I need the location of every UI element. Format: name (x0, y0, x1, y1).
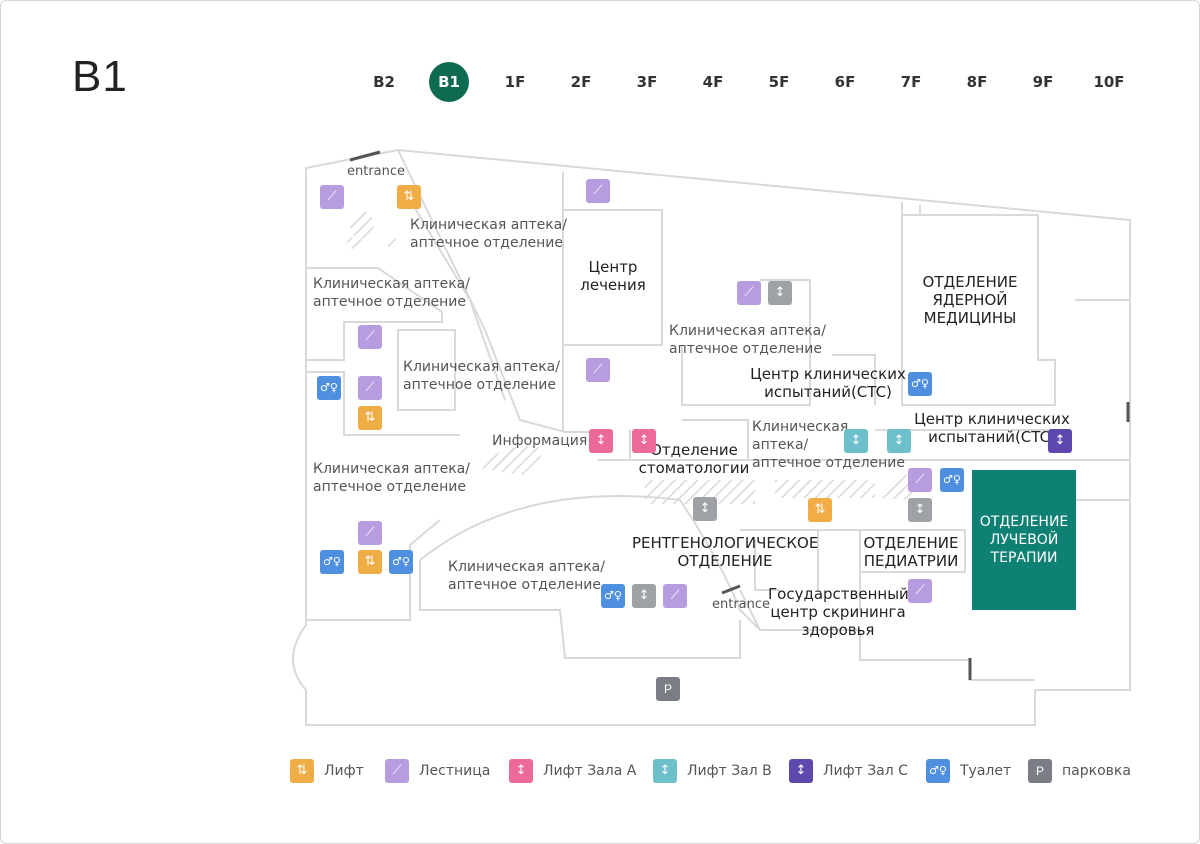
parking-icon[interactable]: P (656, 677, 680, 701)
pharmacy-label-7: Клиническая аптека/аптечное отделение (752, 419, 905, 471)
lift-icon[interactable]: ↕ (632, 584, 656, 608)
toilet-icon[interactable]: ♂♀ (908, 372, 932, 396)
lift-icon[interactable]: ↕ (768, 281, 792, 305)
lift-a-icon: ↕ (509, 759, 533, 783)
stairs-icon[interactable]: ⟋ (586, 179, 610, 203)
lift-a-icon[interactable]: ↕ (589, 429, 613, 453)
lift-icon[interactable]: ↕ (908, 498, 932, 522)
stairs-icon[interactable]: ⟋ (586, 358, 610, 382)
stairs-icon[interactable]: ⟋ (358, 325, 382, 349)
radiation-therapy-room[interactable]: ОТДЕЛЕНИЕ ЛУЧЕВОЙ ТЕРАПИИ (972, 470, 1076, 610)
legend-item-parking: P парковка (1028, 758, 1131, 784)
pharmacy-label-6: Клиническая аптека/аптечное отделение (669, 323, 826, 357)
elevator-icon[interactable]: ⇅ (358, 550, 382, 574)
map-legend: ⇅ Лифт ⟋ Лестница ↕ Лифт Зала A ↕ Лифт З… (290, 758, 1150, 784)
toilet-icon[interactable]: ♂♀ (389, 550, 413, 574)
treatment-center-label: Центр лечения (580, 258, 646, 294)
legend-item-stairs: ⟋ Лестница (385, 758, 490, 784)
pediatrics-label: ОТДЕЛЕНИЕ ПЕДИАТРИИ (863, 534, 959, 570)
legend-item-lift-c: ↕ Лифт Зал C (789, 758, 908, 784)
toilet-icon[interactable]: ♂♀ (320, 550, 344, 574)
parking-icon: P (1028, 759, 1052, 783)
radiology-label: РЕНТГЕНОЛОГИЧЕСКОЕ ОТДЕЛЕНИЕ (632, 534, 819, 570)
stairs-icon: ⟋ (385, 759, 409, 783)
ctc-label-2: Центр клинических испытаний(CTC) (914, 410, 1070, 446)
legend-item-toilet: ♂♀ Туалет (926, 758, 1011, 784)
toilet-icon[interactable]: ♂♀ (317, 376, 341, 400)
toilet-icon: ♂♀ (926, 759, 950, 783)
stairs-icon[interactable]: ⟋ (737, 281, 761, 305)
lift-a-icon[interactable]: ↕ (632, 429, 656, 453)
toilet-icon[interactable]: ♂♀ (601, 584, 625, 608)
pharmacy-label-5: Клиническая аптека/аптечное отделение (448, 559, 605, 593)
screening-center-label: Государственный центр скрининга здоровья (768, 585, 909, 639)
elevator-icon[interactable]: ⇅ (397, 185, 421, 209)
lift-b-icon: ↕ (653, 759, 677, 783)
entrance-label-top: entrance (347, 164, 406, 179)
lift-icon[interactable]: ↕ (693, 497, 717, 521)
stairs-icon[interactable]: ⟋ (358, 521, 382, 545)
legend-item-elevator: ⇅ Лифт (290, 758, 364, 784)
pharmacy-label-2: Клиническая аптека/аптечное отделение (313, 276, 470, 310)
lift-b-icon[interactable]: ↕ (844, 429, 868, 453)
ctc-label-1: Центр клинических испытаний(CTC) (750, 365, 906, 401)
lift-c-icon: ↕ (789, 759, 813, 783)
toilet-icon[interactable]: ♂♀ (940, 468, 964, 492)
lift-b-icon[interactable]: ↕ (887, 429, 911, 453)
legend-item-lift-b: ↕ Лифт Зал B (653, 758, 772, 784)
nuclear-medicine-label: ОТДЕЛЕНИЕ ЯДЕРНОЙ МЕДИЦИНЫ (922, 273, 1018, 327)
elevator-icon[interactable]: ⇅ (358, 406, 382, 430)
pharmacy-label-1: Клиническая аптека/аптечное отделение (410, 217, 567, 251)
pharmacy-label-4: Клиническая аптека/аптечное отделение (313, 461, 470, 495)
stairs-icon[interactable]: ⟋ (358, 376, 382, 400)
elevator-icon: ⇅ (290, 759, 314, 783)
legend-item-lift-a: ↕ Лифт Зала A (509, 758, 636, 784)
lift-c-icon[interactable]: ↕ (1048, 429, 1072, 453)
stairs-icon[interactable]: ⟋ (908, 579, 932, 603)
stairs-icon[interactable]: ⟋ (320, 185, 344, 209)
entrance-label-bottom: entrance (712, 597, 771, 612)
information-label: Информация (492, 433, 588, 449)
elevator-icon[interactable]: ⇅ (808, 498, 832, 522)
stairs-icon[interactable]: ⟋ (908, 468, 932, 492)
stairs-icon[interactable]: ⟋ (663, 584, 687, 608)
pharmacy-label-3: Клиническая аптека/аптечное отделение (403, 359, 560, 393)
